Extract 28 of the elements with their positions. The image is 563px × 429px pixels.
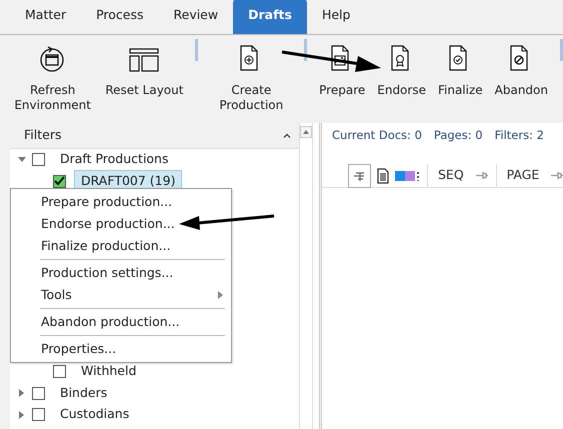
- toolbar-button[interactable]: Endorse: [373, 39, 430, 121]
- tree-item[interactable]: Custodians: [53, 403, 136, 426]
- tab[interactable]: Help: [306, 0, 366, 34]
- menu-item[interactable]: Prepare production...: [41, 192, 172, 212]
- toolbar-button[interactable]: Finalize: [434, 39, 487, 121]
- toolbar-button[interactable]: Create Production: [206, 39, 296, 121]
- menu-item[interactable]: Endorse production...: [41, 214, 175, 234]
- tab[interactable]: Review: [158, 0, 234, 34]
- status-text: Current Docs: 0: [332, 127, 422, 144]
- tree-item[interactable]: Withheld: [74, 360, 144, 384]
- menu-item[interactable]: Tools: [41, 286, 72, 304]
- toolbar-button[interactable]: Abandon: [490, 39, 552, 121]
- column-header[interactable]: PAGE: [496, 164, 563, 188]
- tab[interactable]: Matter: [10, 0, 82, 34]
- panel-title: Filters: [24, 126, 62, 144]
- tab[interactable]: Drafts: [233, 0, 307, 34]
- menu-item[interactable]: Finalize production...: [41, 236, 171, 256]
- menu-item[interactable]: Properties...: [41, 340, 116, 358]
- toolbar-button[interactable]: Refresh Environment: [8, 39, 98, 121]
- column-header[interactable]: SEQ: [427, 164, 496, 188]
- tree-item[interactable]: Draft Productions: [53, 148, 176, 172]
- menu-item[interactable]: Production settings...: [41, 264, 174, 282]
- tab[interactable]: Process: [81, 0, 158, 34]
- toolbar-button[interactable]: Reset Layout: [101, 39, 188, 121]
- tree-item[interactable]: Binders: [53, 382, 114, 405]
- menu-item[interactable]: Abandon production...: [41, 312, 180, 332]
- status-text: Pages: 0: [434, 127, 483, 144]
- status-text: Filters: 2: [494, 127, 544, 144]
